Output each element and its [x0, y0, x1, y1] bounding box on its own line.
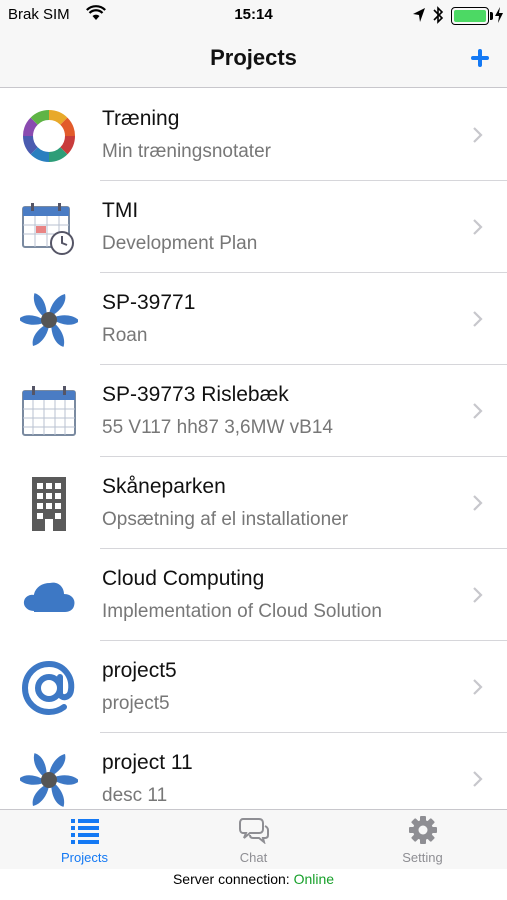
building-icon [32, 477, 66, 531]
project-row[interactable]: Træning Min træningsnotater [0, 89, 507, 181]
chevron-right-icon [473, 771, 483, 787]
server-connection-status: Server connection: Online [0, 869, 507, 900]
battery-indicator [451, 7, 489, 25]
clock-time: 15:14 [234, 6, 273, 23]
project-subtitle: project5 [102, 693, 170, 714]
chevron-right-icon [473, 403, 483, 419]
tab-setting[interactable]: Setting [338, 810, 507, 870]
fan-icon [20, 293, 78, 347]
project-subtitle: Opsætning af el installationer [102, 509, 349, 530]
project-row[interactable]: project 11 desc 11 [0, 733, 507, 809]
bluetooth-icon [433, 6, 444, 24]
charging-bolt-icon [495, 7, 503, 23]
navigation-bar: Projects [0, 32, 507, 88]
project-title: SP-39773 Rislebæk [102, 383, 289, 406]
project-subtitle: Implementation of Cloud Solution [102, 601, 382, 622]
project-row[interactable]: project5 project5 [0, 641, 507, 733]
project-subtitle: Development Plan [102, 233, 258, 254]
tab-label: Chat [239, 850, 268, 865]
tab-label: Projects [61, 850, 108, 865]
chevron-right-icon [473, 495, 483, 511]
status-bar: Brak SIM 15:14 [0, 0, 507, 32]
tab-projects[interactable]: Projects [0, 810, 169, 870]
project-title: TMI [102, 199, 139, 222]
project-row[interactable]: TMI Development Plan [0, 181, 507, 273]
list-icon [71, 819, 99, 844]
gear-icon [409, 816, 437, 844]
project-row[interactable]: Cloud Computing Implementation of Cloud … [0, 549, 507, 641]
server-status-value: Online [293, 871, 335, 887]
chevron-right-icon [473, 127, 483, 143]
fan-icon [20, 753, 78, 807]
project-row[interactable]: SP-39771 Roan [0, 273, 507, 365]
chevron-right-icon [473, 587, 483, 603]
battery-tip [490, 12, 493, 20]
project-title: Cloud Computing [102, 567, 265, 590]
project-row[interactable]: SP-39773 Rislebæk 55 V117 hh87 3,6MW vB1… [0, 365, 507, 457]
project-title: SP-39771 [102, 291, 196, 314]
calendar-icon [22, 386, 76, 436]
project-subtitle: Roan [102, 325, 148, 346]
project-title: Skåneparken [102, 475, 226, 498]
chevron-right-icon [473, 679, 483, 695]
tab-bar: Projects Chat Setting [0, 809, 507, 869]
project-title: project 11 [102, 751, 193, 774]
chat-bubbles-icon [239, 818, 269, 844]
tab-chat[interactable]: Chat [169, 810, 338, 870]
tab-label: Setting [402, 850, 443, 865]
page-title: Projects [210, 45, 297, 70]
battery-fill [454, 10, 486, 22]
location-arrow-icon [413, 8, 425, 22]
project-list: Træning Min træningsnotater TMI Developm… [0, 89, 507, 809]
project-subtitle: Min træningsnotater [102, 141, 271, 162]
server-connection-label: Server connection: [172, 871, 290, 887]
at-sign-icon [21, 660, 75, 716]
project-subtitle: desc 11 [102, 785, 168, 806]
project-row[interactable]: Skåneparken Opsætning af el installation… [0, 457, 507, 549]
project-title: project5 [102, 659, 177, 682]
calendar-clock-icon [22, 203, 74, 255]
color-wheel-icon [22, 109, 76, 163]
project-title: Træning [102, 107, 180, 130]
add-project-button[interactable] [466, 44, 494, 72]
chevron-right-icon [473, 219, 483, 235]
project-subtitle: 55 V117 hh87 3,6MW vB14 [102, 417, 333, 438]
chevron-right-icon [473, 311, 483, 327]
cloud-icon [21, 582, 75, 613]
